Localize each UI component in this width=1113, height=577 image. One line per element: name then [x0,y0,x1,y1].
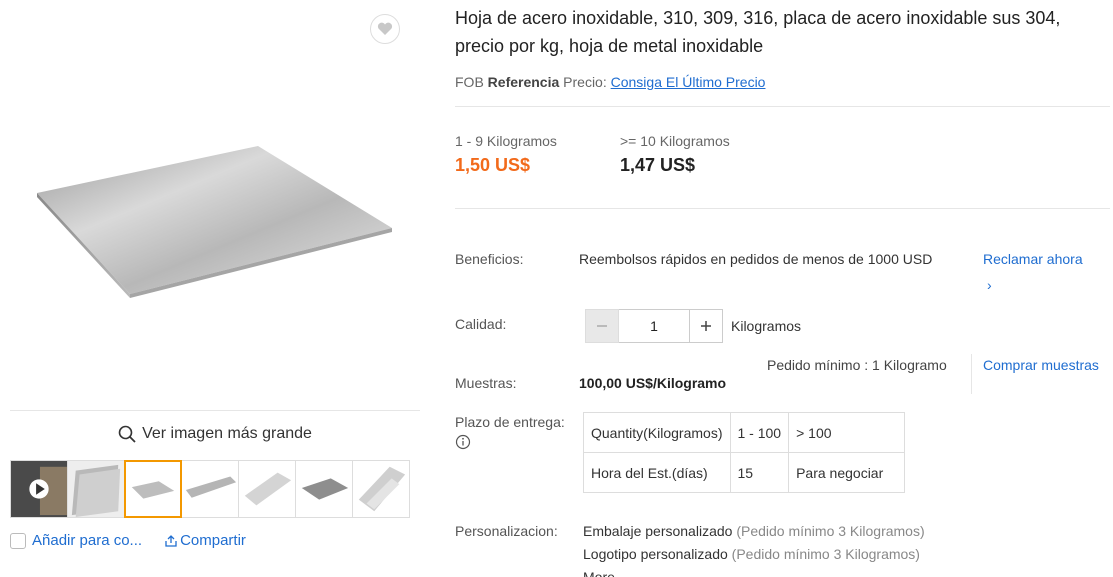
favorite-button[interactable] [370,14,400,44]
quantity-unit: Kilogramos [731,318,802,334]
sample-price: 100,00 US$/Kilogramo [579,375,727,391]
chevron-right-icon: › [987,277,992,293]
price-tier-value: 1,50 US$ [455,155,531,175]
thumbnail-image[interactable] [352,460,410,518]
plus-icon [701,321,711,331]
divider [455,208,1110,209]
get-latest-price-link[interactable]: Consiga El Último Precio [611,74,766,90]
customization-name: Embalaje personalizado [583,523,733,539]
customization-note: (Pedido mínimo 3 Kilogramos) [736,523,925,539]
divider [971,354,972,394]
table-row: Quantity(Kilogramos) 1 - 100 > 100 [583,412,906,453]
heart-icon [377,22,393,35]
divider [455,106,1110,107]
view-larger-image-label: Ver imagen más grande [142,425,312,442]
thumbnail-image[interactable] [181,460,239,518]
table-cell: 1 - 100 [729,412,790,453]
price-tier-range: 1 - 9 Kilogramos [455,133,557,149]
table-cell: Para negociar [788,452,906,493]
customization-label: Personalizacion: [455,523,558,539]
claim-now-link[interactable]: Reclamar ahora › [983,246,1113,298]
increase-quantity-button[interactable] [689,309,723,343]
samples-label: Muestras: [455,375,517,391]
view-larger-image-link[interactable]: Ver imagen más grande [0,425,430,443]
price-tier-value: 1,47 US$ [620,155,696,175]
customization-name: Logotipo personalizado [583,546,728,562]
product-main-image[interactable] [0,0,420,410]
gallery-actions: Añadir para co... Compartir [10,532,246,549]
fob-reference: Referencia [487,74,560,90]
add-compare-checkbox[interactable] [10,532,26,549]
buy-samples-link[interactable]: Comprar muestras [983,356,1103,374]
price-tier-range: >= 10 Kilogramos [620,133,730,149]
benefits-text: Reembolsos rápidos en pedidos de menos d… [579,251,933,267]
fob-price-label: Precio: [563,74,607,90]
list-item: Logotipo personalizado (Pedido mínimo 3 … [583,543,925,566]
lead-time-label-text: Plazo de entrega: [455,414,565,430]
fob-price-line: FOB Referencia Precio: Consiga El Último… [455,74,765,90]
customization-list: Embalaje personalizado (Pedido mínimo 3 … [583,520,925,577]
fob-prefix: FOB [455,74,484,90]
decrease-quantity-button[interactable] [585,309,619,343]
share-label: Compartir [180,532,246,549]
table-cell: > 100 [788,412,906,453]
share-button[interactable]: Compartir [164,532,246,549]
table-row: Hora del Est.(días) 15 Para negociar [583,452,906,493]
thumbnail-image[interactable] [238,460,296,518]
share-icon [165,534,177,547]
gallery-divider [10,410,420,411]
table-cell: 15 [729,452,790,493]
thumbnail-strip [10,460,410,518]
quantity-stepper: 1 Kilogramos [585,309,801,343]
customization-note: (Pedido mínimo 3 Kilogramos) [731,546,920,562]
product-title: Hoja de acero inoxidable, 310, 309, 316,… [455,8,1061,56]
quantity-label: Calidad: [455,316,507,332]
sample-min-order: Pedido mínimo : 1 Kilogramo [767,357,947,373]
price-tier: >= 10 Kilogramos 1,47 US$ [620,133,730,176]
thumbnail-image[interactable] [67,460,125,518]
table-cell: Hora del Est.(días) [583,452,731,493]
minus-icon [597,325,607,327]
product-gallery: Ver imagen más grande Añadir para co... … [0,0,420,577]
table-cell: Quantity(Kilogramos) [583,412,731,453]
benefits-label: Beneficios: [455,251,524,267]
thumbnail-image-selected[interactable] [124,460,182,518]
more-customization-link[interactable]: More [583,566,925,577]
thumbnail-video[interactable] [10,460,68,518]
thumbnail-image[interactable] [295,460,353,518]
add-compare-label[interactable]: Añadir para co... [32,532,142,549]
lead-time-label: Plazo de entrega: [455,412,565,455]
magnifier-icon [118,425,136,443]
price-tier: 1 - 9 Kilogramos 1,50 US$ [455,133,557,176]
list-item: Embalaje personalizado (Pedido mínimo 3 … [583,520,925,543]
lead-time-table: Quantity(Kilogramos) 1 - 100 > 100 Hora … [583,412,906,493]
quantity-input[interactable]: 1 [619,309,689,343]
info-icon[interactable] [455,434,471,450]
claim-now-label: Reclamar ahora [983,251,1083,267]
